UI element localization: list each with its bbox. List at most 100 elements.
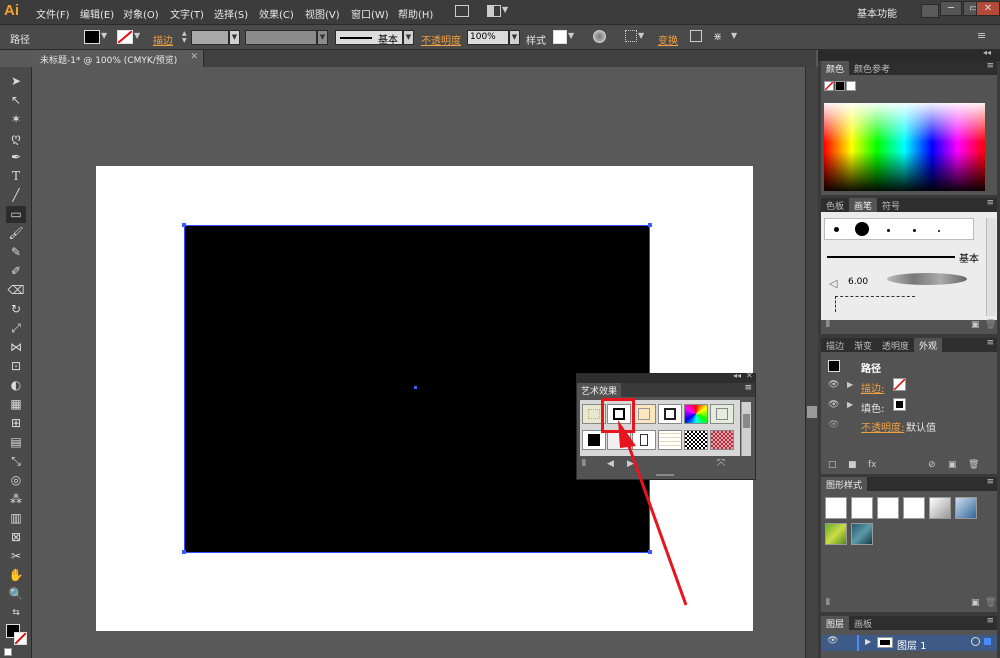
document-tab[interactable]: 未标题-1* @ 100% (CMYK/预览) ✕: [34, 50, 204, 67]
chevron-down-icon[interactable]: ▼: [638, 31, 644, 40]
bridge-icon[interactable]: [455, 5, 469, 17]
menu-type[interactable]: 文字(T): [170, 6, 204, 21]
menu-file[interactable]: 文件(F): [36, 6, 70, 21]
graphic-style-shadow[interactable]: [903, 497, 925, 519]
lasso-tool-icon[interactable]: ღ: [6, 130, 26, 147]
chevron-down-icon[interactable]: ▼: [568, 31, 574, 40]
delete-style-icon[interactable]: 🗑: [985, 598, 996, 608]
opacity-link[interactable]: 不透明度: [421, 32, 461, 47]
tab-appearance[interactable]: 外观: [914, 338, 943, 352]
mesh-tool-icon[interactable]: ⊞: [6, 415, 26, 432]
graphic-style-green[interactable]: [825, 523, 847, 545]
chevron-down-icon[interactable]: ▼: [731, 31, 737, 40]
menu-help[interactable]: 帮助(H): [398, 6, 433, 21]
close-tab-icon[interactable]: ✕: [190, 52, 198, 62]
panel-menu-icon[interactable]: ≡: [986, 61, 994, 71]
fill-swatch[interactable]: [84, 30, 100, 44]
close-button[interactable]: ✕: [976, 1, 1000, 16]
color-spectrum[interactable]: [824, 103, 985, 191]
art-effect-swatch[interactable]: [710, 430, 734, 450]
close-icon[interactable]: ✕: [746, 371, 753, 380]
control-panel-menu-icon[interactable]: ≡: [977, 29, 986, 42]
graphic-style-teal[interactable]: [851, 523, 873, 545]
panel-menu-icon[interactable]: ≡: [744, 383, 752, 393]
stroke-stepper[interactable]: ▲ ▼: [182, 30, 190, 45]
perspective-grid-tool-icon[interactable]: ▦: [6, 396, 26, 413]
tab-stroke[interactable]: 描边: [821, 338, 849, 352]
stroke-swatch[interactable]: [117, 30, 133, 44]
tab-gradient[interactable]: 渐变: [849, 338, 877, 352]
brush-dot[interactable]: [855, 222, 869, 236]
chevron-down-icon[interactable]: ▼: [229, 30, 240, 45]
anchor-point[interactable]: [182, 223, 186, 227]
library-menu-icon[interactable]: ⫴: [582, 459, 586, 469]
chevron-down-icon[interactable]: ▼: [509, 30, 520, 45]
tab-brushes[interactable]: 画笔: [849, 198, 878, 212]
graphic-style-white[interactable]: [877, 497, 899, 519]
arrange-documents-icon[interactable]: [487, 5, 501, 17]
eyedropper-tool-icon[interactable]: ⤡: [6, 453, 26, 470]
clear-appearance-icon[interactable]: ⊘: [928, 460, 936, 470]
menu-edit[interactable]: 编辑(E): [80, 6, 114, 21]
panel-menu-icon[interactable]: ≡: [986, 477, 994, 487]
art-effect-swatch[interactable]: [632, 430, 656, 450]
graphic-style-bevel[interactable]: [929, 497, 951, 519]
eye-icon[interactable]: 👁: [827, 636, 838, 646]
panel-menu-icon[interactable]: ≡: [986, 616, 994, 626]
swap-colors-icon[interactable]: ⇆: [6, 605, 26, 622]
layer-row[interactable]: 👁 ▶ 图层 1: [821, 635, 997, 652]
pencil-tool-icon[interactable]: ✎: [6, 244, 26, 261]
brushes-scrollbar[interactable]: [986, 218, 996, 316]
art-effect-swatch[interactable]: [684, 430, 708, 450]
collapse-icon[interactable]: ◂◂: [733, 371, 741, 380]
brush-dot[interactable]: [938, 230, 940, 232]
graphic-style-no-stroke[interactable]: [851, 497, 873, 519]
art-effect-scrollbar[interactable]: [741, 402, 751, 456]
black-swatch[interactable]: [835, 81, 845, 91]
column-graph-tool-icon[interactable]: ▥: [6, 510, 26, 527]
target-icon[interactable]: [971, 637, 980, 646]
new-brush-icon[interactable]: ▣: [971, 320, 980, 330]
brush-definition-field[interactable]: 基本: [335, 30, 403, 46]
brush-library-icon[interactable]: ⫴: [826, 320, 830, 330]
workspace-switcher[interactable]: 基本功能: [857, 5, 897, 20]
line-tool-icon[interactable]: ╱: [6, 187, 26, 204]
add-stroke-icon[interactable]: □: [828, 460, 837, 470]
eye-icon[interactable]: 👁: [828, 400, 839, 410]
next-icon[interactable]: ▶: [627, 459, 634, 469]
brush-dot[interactable]: [913, 229, 916, 232]
hand-tool-icon[interactable]: ✋: [6, 567, 26, 584]
delete-brush-icon[interactable]: 🗑: [985, 320, 996, 330]
new-style-icon[interactable]: ▣: [971, 598, 980, 608]
art-effect-swatch[interactable]: [582, 430, 606, 450]
graphic-style-blue[interactable]: [955, 497, 977, 519]
expand-triangle-icon[interactable]: ▶: [865, 637, 871, 646]
panel-menu-icon[interactable]: ≡: [986, 338, 994, 348]
direct-selection-tool-icon[interactable]: ↖: [6, 92, 26, 109]
minimize-button[interactable]: ─: [940, 1, 962, 16]
stroke-link[interactable]: 描边: [153, 32, 173, 47]
anchor-point[interactable]: [648, 550, 652, 554]
anchor-point[interactable]: [648, 223, 652, 227]
art-effect-panel-titlebar[interactable]: ◂◂ ✕: [577, 371, 755, 383]
collapse-icon[interactable]: ◂◂: [983, 48, 991, 57]
variable-width-field[interactable]: [245, 30, 317, 45]
selection-tool-icon[interactable]: ➤: [6, 73, 26, 90]
width-tool-icon[interactable]: ⋈: [6, 339, 26, 356]
zoom-tool-icon[interactable]: 🔍: [6, 586, 26, 603]
tab-transparency[interactable]: 透明度: [877, 338, 914, 352]
art-effect-swatch[interactable]: [710, 404, 734, 424]
previous-icon[interactable]: ◀: [607, 459, 614, 469]
art-effect-swatch[interactable]: [658, 404, 682, 424]
free-transform-tool-icon[interactable]: ⊡: [6, 358, 26, 375]
break-link-icon[interactable]: ⤧: [717, 458, 725, 469]
type-tool-icon[interactable]: T: [6, 168, 26, 185]
eye-icon[interactable]: 👁: [828, 380, 839, 390]
style-library-icon[interactable]: ⫴: [826, 598, 830, 608]
transform-link[interactable]: 变换: [658, 32, 678, 47]
tab-art-effect[interactable]: 艺术效果: [577, 383, 622, 397]
scrollbar-thumb[interactable]: [807, 406, 817, 418]
basic-brush-stroke[interactable]: [827, 256, 955, 258]
appearance-stroke-swatch[interactable]: [893, 378, 906, 391]
selection-indicator[interactable]: [984, 638, 991, 645]
